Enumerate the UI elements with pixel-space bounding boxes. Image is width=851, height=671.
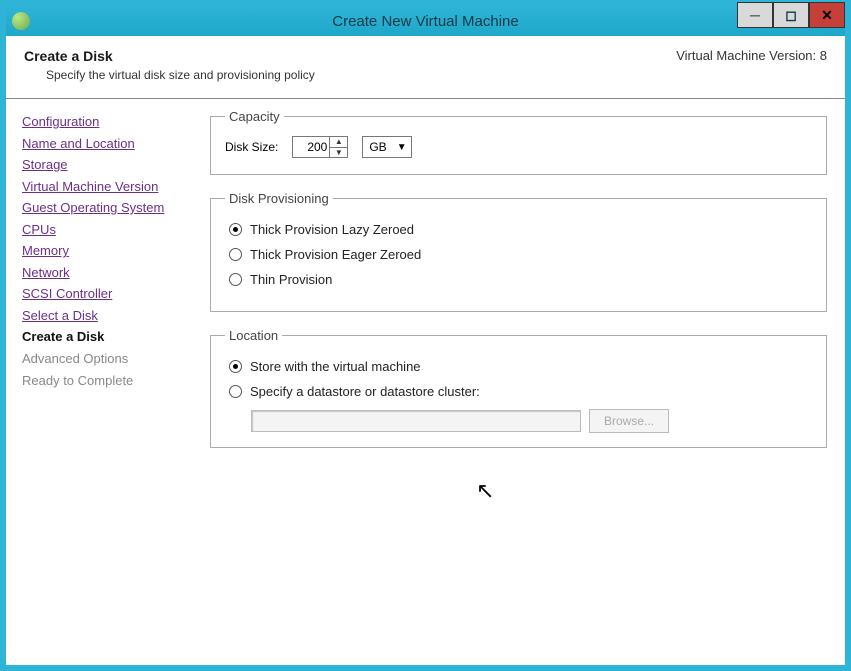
- browse-button: Browse...: [589, 409, 669, 433]
- window-title: Create New Virtual Machine: [332, 13, 518, 30]
- provisioning-option[interactable]: Thick Provision Lazy Zeroed: [229, 222, 812, 237]
- sidebar-item-memory[interactable]: Memory: [22, 242, 198, 260]
- disk-provisioning-legend: Disk Provisioning: [225, 191, 333, 206]
- provisioning-option[interactable]: Thick Provision Eager Zeroed: [229, 247, 812, 262]
- radio-button[interactable]: [229, 360, 242, 373]
- sidebar-item-storage[interactable]: Storage: [22, 156, 198, 174]
- maximize-button[interactable]: ◻: [773, 2, 809, 28]
- window-controls: ─ ◻ ✕: [737, 2, 845, 28]
- vsphere-icon: [12, 12, 30, 30]
- location-legend: Location: [225, 328, 282, 343]
- sidebar-item-name-and-location[interactable]: Name and Location: [22, 135, 198, 153]
- sidebar-item-advanced-options: Advanced Options: [22, 350, 198, 368]
- capacity-legend: Capacity: [225, 109, 284, 124]
- disk-size-up-icon[interactable]: ▲: [330, 137, 347, 148]
- location-option-label: Store with the virtual machine: [250, 359, 421, 374]
- provisioning-option[interactable]: Thin Provision: [229, 272, 812, 287]
- location-option[interactable]: Store with the virtual machine: [229, 359, 812, 374]
- sidebar-item-network[interactable]: Network: [22, 264, 198, 282]
- wizard-main-panel: Capacity Disk Size: ▲ ▼ GB ▼: [206, 99, 845, 664]
- radio-button[interactable]: [229, 223, 242, 236]
- provisioning-option-label: Thick Provision Eager Zeroed: [250, 247, 421, 262]
- wizard-header: Create a Disk Specify the virtual disk s…: [6, 36, 845, 99]
- provisioning-option-label: Thin Provision: [250, 272, 332, 287]
- disk-size-stepper[interactable]: ▲ ▼: [292, 136, 348, 158]
- sidebar-item-virtual-machine-version[interactable]: Virtual Machine Version: [22, 178, 198, 196]
- disk-size-unit-value: GB: [369, 140, 386, 154]
- location-option[interactable]: Specify a datastore or datastore cluster…: [229, 384, 812, 399]
- sidebar-item-guest-operating-system[interactable]: Guest Operating System: [22, 199, 198, 217]
- radio-button[interactable]: [229, 385, 242, 398]
- sidebar-item-cpus[interactable]: CPUs: [22, 221, 198, 239]
- datastore-path-input: [251, 410, 581, 432]
- sidebar-item-select-a-disk[interactable]: Select a Disk: [22, 307, 198, 325]
- disk-provisioning-group: Disk Provisioning Thick Provision Lazy Z…: [210, 191, 827, 312]
- location-group: Location Store with the virtual machine S…: [210, 328, 827, 448]
- chevron-down-icon: ▼: [397, 142, 407, 153]
- sidebar-item-configuration[interactable]: Configuration: [22, 113, 198, 131]
- provisioning-option-label: Thick Provision Lazy Zeroed: [250, 222, 414, 237]
- page-title: Create a Disk: [24, 48, 315, 64]
- disk-size-input[interactable]: [293, 137, 329, 157]
- capacity-group: Capacity Disk Size: ▲ ▼ GB ▼: [210, 109, 827, 175]
- sidebar-item-ready-to-complete: Ready to Complete: [22, 372, 198, 390]
- sidebar-item-create-a-disk[interactable]: Create a Disk: [22, 328, 198, 346]
- vm-version-label: Virtual Machine Version: 8: [676, 48, 827, 82]
- page-subtitle: Specify the virtual disk size and provis…: [46, 68, 315, 82]
- close-button[interactable]: ✕: [809, 2, 845, 28]
- wizard-steps-sidebar: Configuration Name and Location Storage Vir…: [6, 99, 206, 664]
- disk-size-label: Disk Size:: [225, 140, 278, 154]
- disk-size-down-icon[interactable]: ▼: [330, 148, 347, 158]
- sidebar-item-scsi-controller[interactable]: SCSI Controller: [22, 285, 198, 303]
- radio-button[interactable]: [229, 273, 242, 286]
- titlebar: Create New Virtual Machine ─ ◻ ✕: [6, 6, 845, 36]
- radio-button[interactable]: [229, 248, 242, 261]
- wizard-window: Create New Virtual Machine ─ ◻ ✕ Create …: [0, 0, 851, 671]
- minimize-button[interactable]: ─: [737, 2, 773, 28]
- disk-size-unit-select[interactable]: GB ▼: [362, 136, 411, 158]
- location-option-label: Specify a datastore or datastore cluster…: [250, 384, 480, 399]
